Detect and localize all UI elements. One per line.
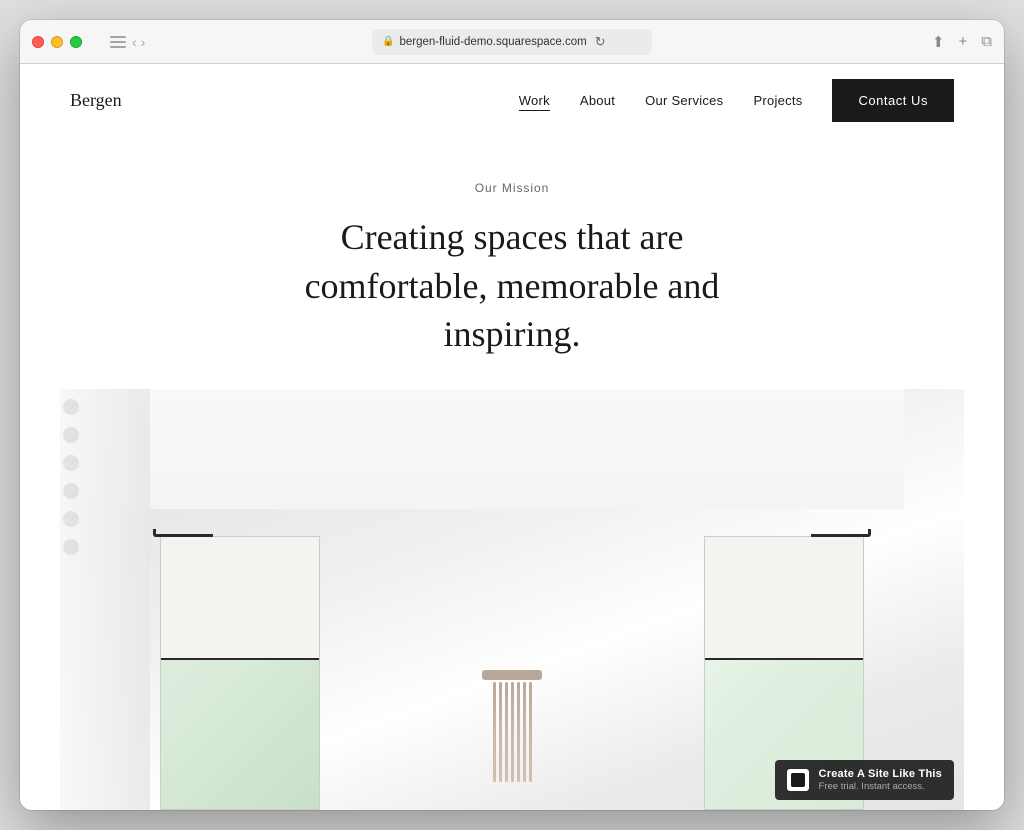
- sidebar-toggle-icon[interactable]: [110, 36, 126, 48]
- refresh-icon[interactable]: ↻: [595, 34, 606, 50]
- title-bar: ‹ › 🔒 bergen-fluid-demo.squarespace.com …: [20, 20, 1004, 64]
- mission-label: Our Mission: [475, 181, 550, 195]
- window-controls-left: ‹ ›: [32, 34, 145, 50]
- nav-link-projects[interactable]: Projects: [753, 93, 802, 108]
- nav-link-about[interactable]: About: [580, 93, 615, 108]
- nav-link-services[interactable]: Our Services: [645, 93, 723, 108]
- site-content: Bergen Work About Our Services Projects …: [20, 64, 1004, 810]
- hero-headline: Creating spaces that are comfortable, me…: [252, 213, 772, 359]
- rod-bracket-left: [153, 529, 213, 537]
- hero-section: Our Mission Creating spaces that are com…: [20, 136, 1004, 389]
- close-button[interactable]: [32, 36, 44, 48]
- image-section: Create A Site Like This Free trial. Inst…: [60, 389, 964, 810]
- back-arrow-icon[interactable]: ‹: [132, 34, 137, 50]
- new-tab-icon[interactable]: +: [959, 33, 968, 51]
- contact-us-button[interactable]: Contact Us: [832, 79, 954, 122]
- macrame-strand: [493, 682, 496, 782]
- address-bar[interactable]: 🔒 bergen-fluid-demo.squarespace.com ↻: [372, 29, 652, 55]
- squarespace-badge[interactable]: Create A Site Like This Free trial. Inst…: [775, 760, 954, 800]
- site-nav: Work About Our Services Projects Contact…: [519, 79, 954, 122]
- tabs-icon[interactable]: ⧉: [981, 33, 992, 51]
- squarespace-badge-text: Create A Site Like This Free trial. Inst…: [819, 768, 942, 792]
- squarespace-badge-title: Create A Site Like This: [819, 768, 942, 780]
- url-text: bergen-fluid-demo.squarespace.com: [399, 36, 586, 48]
- squarespace-badge-subtitle: Free trial. Instant access.: [819, 781, 942, 792]
- window-controls-right: ⬆ + ⧉: [932, 33, 992, 51]
- share-icon[interactable]: ⬆: [932, 33, 945, 51]
- macrame-strand: [505, 682, 508, 782]
- macrame-strand: [499, 682, 502, 782]
- site-logo[interactable]: Bergen: [70, 90, 122, 111]
- maximize-button[interactable]: [70, 36, 82, 48]
- mac-window: ‹ › 🔒 bergen-fluid-demo.squarespace.com …: [20, 20, 1004, 810]
- lock-icon: 🔒: [382, 36, 394, 47]
- rod-bracket-right: [811, 529, 871, 537]
- site-header: Bergen Work About Our Services Projects …: [20, 64, 1004, 136]
- macrame-strand: [523, 682, 526, 782]
- curtain-fabric-left: [60, 389, 150, 810]
- room-image: Create A Site Like This Free trial. Inst…: [60, 389, 964, 810]
- traffic-lights: [32, 36, 82, 48]
- window-left: [160, 536, 320, 810]
- squarespace-logo-icon: [787, 769, 809, 791]
- macrame-top: [482, 670, 542, 680]
- macrame-strand: [517, 682, 520, 782]
- squarespace-logo-inner: [791, 773, 805, 787]
- window-shade-right: [705, 537, 863, 659]
- forward-arrow-icon[interactable]: ›: [141, 34, 146, 50]
- macrame-strand: [529, 682, 532, 782]
- macrame-strand: [511, 682, 514, 782]
- macrame-body: [493, 682, 532, 782]
- minimize-button[interactable]: [51, 36, 63, 48]
- ceiling: [120, 389, 904, 509]
- macrame-decor: [472, 670, 552, 810]
- nav-arrows: ‹ ›: [132, 34, 145, 50]
- nav-link-work[interactable]: Work: [519, 93, 550, 108]
- window-shade-left: [161, 537, 319, 659]
